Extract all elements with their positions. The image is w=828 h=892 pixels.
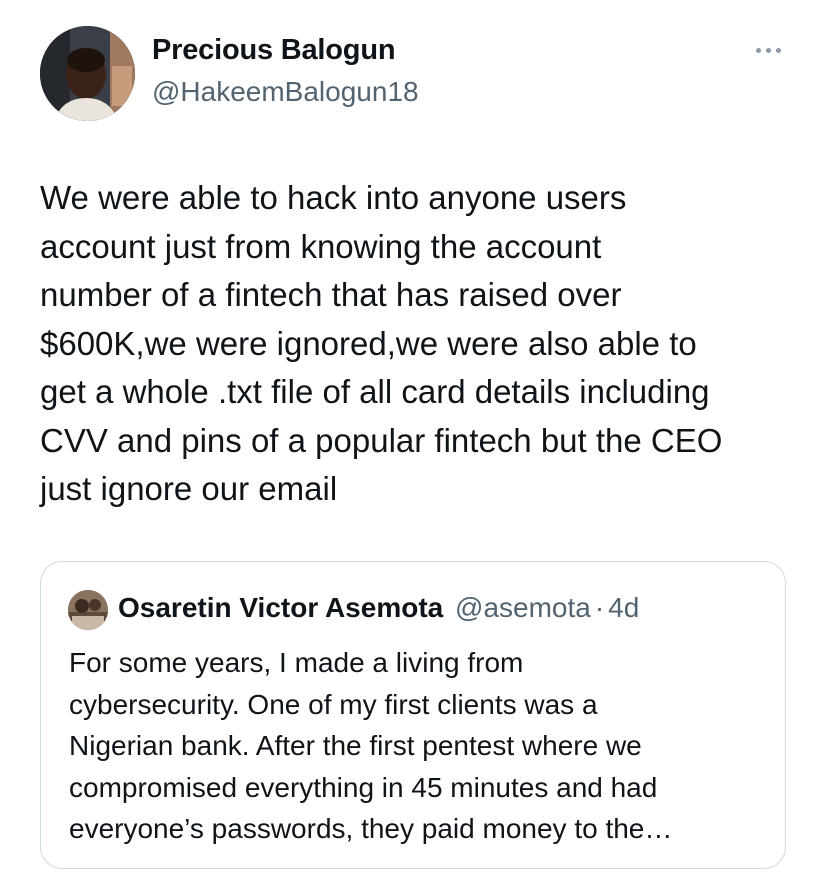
more-horizontal-icon[interactable] (748, 38, 788, 62)
tweet-text-line: CVV and pins of a popular fintech but th… (40, 421, 723, 459)
tweet-text-line: We were able to hack into anyone users (40, 179, 627, 216)
quoted-text-line: compromised everything in 45 minutes and… (69, 771, 658, 803)
tweet-text-line: $600K,we were ignored,we were also able … (40, 324, 697, 362)
quoted-text-line: everyone’s passwords, they paid money to… (69, 813, 673, 844)
author-avatar[interactable] (40, 26, 135, 121)
quoted-author-name[interactable]: Osaretin Victor Asemota (118, 592, 443, 623)
quoted-tweet-header: Osaretin Victor Asemota @asemota · 4d (118, 592, 639, 624)
quoted-author-handle[interactable]: @asemota (455, 592, 591, 623)
separator-dot: · (594, 592, 605, 623)
quoted-tweet-text: For some years, I made a living from cyb… (69, 642, 769, 850)
quoted-text-line: For some years, I made a living from (69, 647, 524, 678)
quoted-text-line: cybersecurity. One of my first clients w… (69, 688, 598, 720)
author-name[interactable]: Precious Balogun (152, 34, 396, 67)
tweet-text-line: account just from knowing the account (40, 227, 602, 265)
tweet-text-line: just ignore our email (40, 470, 338, 507)
quoted-author-avatar[interactable] (68, 590, 108, 630)
quoted-tweet-time[interactable]: 4d (608, 592, 639, 623)
tweet-text-line: get a whole .txt file of all card detail… (40, 373, 710, 410)
quoted-tweet[interactable]: Osaretin Victor Asemota @asemota · 4d For … (40, 561, 786, 869)
author-handle[interactable]: @HakeemBalogun18 (152, 76, 419, 108)
tweet-text: We were able to hack into anyone users a… (40, 174, 800, 514)
quoted-text-line: Nigerian bank. After the first pentest w… (69, 730, 642, 761)
tweet-text-line: number of a fintech that has raised over (40, 276, 622, 313)
